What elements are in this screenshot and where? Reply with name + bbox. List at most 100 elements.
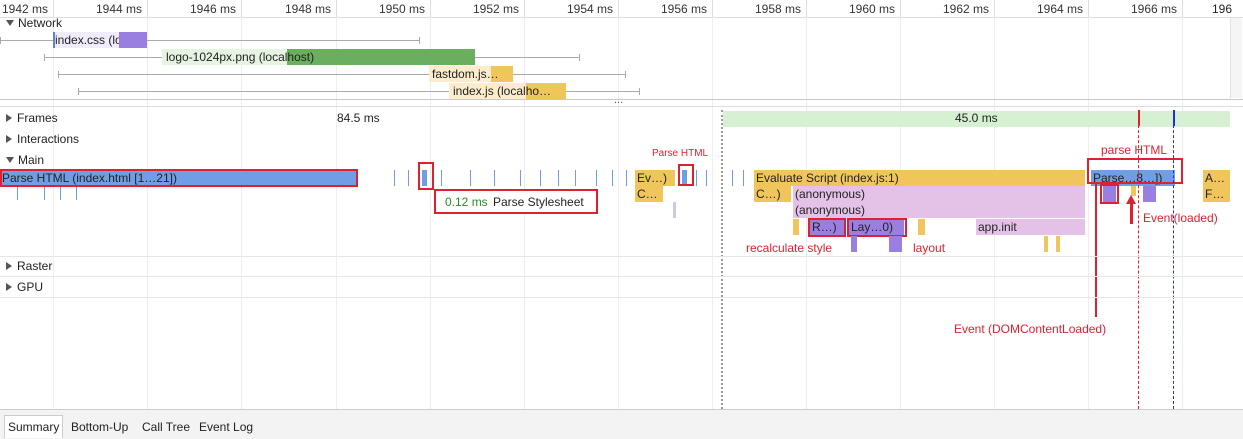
event-slice bbox=[918, 219, 925, 235]
ruler-tick: 1942 ms bbox=[2, 0, 54, 17]
evaluate-script-event[interactable]: Evaluate Script (index.js:1) bbox=[754, 170, 1085, 186]
highlight-box bbox=[678, 164, 694, 186]
event-a[interactable]: A… bbox=[1203, 170, 1230, 186]
frames-track-toggle[interactable]: Frames bbox=[6, 111, 58, 125]
frame-duration[interactable]: 84.5 ms bbox=[337, 111, 380, 125]
collapse-arrow-icon bbox=[6, 20, 14, 26]
frame-duration: 45.0 ms bbox=[955, 111, 998, 125]
anonymous-function-event[interactable]: (anonymous) bbox=[793, 202, 1085, 218]
tab-event-log[interactable]: Event Log bbox=[196, 416, 256, 438]
arrow-shaft bbox=[1130, 203, 1133, 224]
ruler-tick: 1954 ms bbox=[567, 0, 619, 17]
anonymous-function-event[interactable]: (anonymous) bbox=[793, 186, 1085, 202]
ruler-tick: 1946 ms bbox=[190, 0, 242, 17]
ruler-tick: 1944 ms bbox=[96, 0, 148, 17]
event-slice bbox=[1056, 236, 1060, 252]
event-slice bbox=[793, 219, 799, 235]
splitter-grip-icon[interactable]: ... bbox=[614, 94, 623, 106]
event-slice bbox=[696, 170, 697, 186]
network-track-label: Network bbox=[18, 16, 63, 30]
gpu-track-toggle[interactable]: GPU bbox=[6, 280, 43, 294]
load-event[interactable] bbox=[1143, 186, 1156, 202]
ruler-tick: 1948 ms bbox=[285, 0, 337, 17]
event-slice bbox=[596, 170, 597, 186]
network-scrollbar[interactable] bbox=[1230, 18, 1242, 98]
arrow-up-icon bbox=[1126, 195, 1136, 204]
frames-track-label: Frames bbox=[17, 111, 58, 125]
event-slice bbox=[408, 170, 409, 186]
event-slice bbox=[743, 170, 744, 186]
grid-line bbox=[336, 17, 337, 409]
raster-track-toggle[interactable]: Raster bbox=[6, 259, 52, 273]
event-slice bbox=[520, 170, 521, 186]
event-slice bbox=[1044, 236, 1048, 252]
event-slice bbox=[76, 187, 77, 200]
network-track-toggle[interactable]: Network bbox=[6, 16, 62, 30]
interactions-track-label: Interactions bbox=[17, 132, 80, 146]
ruler-tick: 1956 ms bbox=[661, 0, 713, 17]
evaluate-script-event[interactable]: Ev…) bbox=[635, 170, 675, 186]
ruler-tick: 196 bbox=[1212, 2, 1233, 16]
event-slice bbox=[558, 170, 559, 186]
expand-arrow-icon bbox=[6, 135, 12, 143]
annotation-parse-html: Parse HTML bbox=[652, 148, 709, 159]
event-slice bbox=[540, 170, 541, 186]
event-slice bbox=[494, 170, 495, 186]
gpu-track-label: GPU bbox=[17, 280, 44, 294]
event-tooltip: 0.12 ms Parse Stylesheet bbox=[434, 189, 598, 214]
highlight-box bbox=[1100, 184, 1119, 204]
details-tab-bar: Summary Bottom-Up Call Tree Event Log bbox=[0, 409, 1243, 439]
tab-call-tree[interactable]: Call Tree bbox=[139, 416, 193, 438]
event-slice bbox=[706, 170, 707, 186]
event-slice bbox=[394, 170, 395, 186]
collapse-arrow-icon bbox=[6, 157, 14, 163]
network-request-line bbox=[58, 71, 626, 78]
event-slice bbox=[441, 170, 442, 186]
expand-arrow-icon bbox=[6, 114, 12, 122]
compile-script-event[interactable]: C… bbox=[635, 186, 663, 202]
highlight-box bbox=[418, 162, 434, 190]
main-track-toggle[interactable]: Main bbox=[6, 153, 44, 167]
network-request-index-js[interactable]: index.js (localho… bbox=[449, 83, 566, 99]
grid-line bbox=[618, 17, 619, 409]
event-slice bbox=[889, 236, 902, 252]
event-slice bbox=[851, 236, 857, 252]
event-slice bbox=[575, 170, 576, 186]
ruler-tick: 1966 ms bbox=[1131, 0, 1183, 17]
interactions-track-toggle[interactable]: Interactions bbox=[6, 132, 79, 146]
tab-bottom-up[interactable]: Bottom-Up bbox=[68, 416, 131, 438]
ruler-tick: 1952 ms bbox=[473, 0, 525, 17]
tooltip-event-name: Parse Stylesheet bbox=[493, 195, 584, 209]
tab-summary[interactable]: Summary bbox=[4, 415, 64, 438]
highlight-box bbox=[808, 218, 846, 237]
ruler-tick: 1958 ms bbox=[755, 0, 807, 17]
network-request-logo-png[interactable]: logo-1024px.png (localhost) bbox=[162, 49, 475, 65]
main-track-label: Main bbox=[18, 153, 45, 167]
expand-arrow-icon bbox=[6, 283, 12, 291]
grid-line bbox=[53, 17, 54, 409]
ruler-tick: 1964 ms bbox=[1037, 0, 1089, 17]
annotation-parse-html: parse HTML bbox=[1101, 143, 1168, 157]
load-marker-line bbox=[1138, 110, 1139, 409]
ruler-tick: 1960 ms bbox=[849, 0, 901, 17]
highlight-box bbox=[1087, 158, 1183, 184]
raster-track-label: Raster bbox=[17, 259, 53, 273]
event-slice bbox=[732, 170, 733, 186]
event-slice bbox=[673, 202, 676, 218]
divider bbox=[0, 256, 1243, 257]
compile-event[interactable]: C…) bbox=[754, 186, 791, 202]
network-request-fastdom-js[interactable]: fastdom.js… bbox=[429, 66, 513, 82]
expand-arrow-icon bbox=[6, 262, 12, 270]
highlight-box bbox=[0, 169, 358, 187]
annotation-event-loaded: Event(loaded) bbox=[1143, 211, 1218, 225]
event-f[interactable]: F… bbox=[1203, 186, 1230, 202]
app-init-event[interactable]: app.init bbox=[976, 219, 1085, 235]
event-slice bbox=[17, 187, 18, 200]
highlight-box bbox=[847, 218, 907, 237]
dcl-marker bbox=[1173, 110, 1175, 126]
time-ruler[interactable]: 1942 ms 1944 ms 1946 ms 1948 ms 1950 ms … bbox=[0, 0, 1243, 18]
annotation-layout: layout bbox=[913, 241, 946, 255]
event-slice bbox=[60, 187, 61, 200]
grid-line bbox=[147, 17, 148, 409]
event-slice bbox=[470, 170, 471, 186]
